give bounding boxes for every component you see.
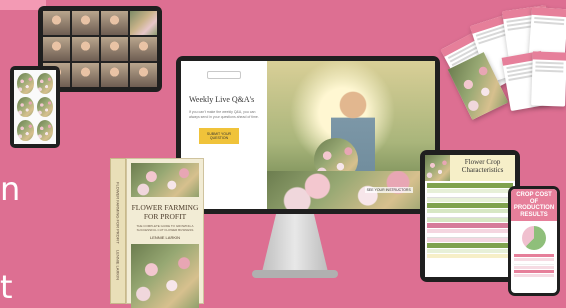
cover-author: LENNIE LARKIN [149, 235, 180, 240]
video-call-grid [43, 11, 157, 87]
book-spine: FLOWER FARMING FOR PROFIT LENNIE LARKIN [110, 158, 126, 304]
hero-photo: SEE YOUR INSTRUCTORS [267, 61, 435, 209]
cover-photo-bottom [131, 244, 199, 308]
cut-off-text-1: n [0, 170, 21, 208]
book-cover: FLOWER FARMING FOR PROFIT THE COMPLETE G… [126, 158, 204, 308]
flower-catalog-tablet [10, 66, 60, 148]
tablet-device: Flower Crop Characteristics [420, 150, 520, 282]
tablet-header-photo [425, 155, 451, 181]
monitor-stand [262, 212, 328, 272]
cover-title-2: FOR PROFIT [143, 212, 187, 221]
cover-title-1: FLOWER FARMING [131, 203, 199, 212]
cover-subtitle: THE COMPLETE GUIDE TO GROWING A SUCCESSF… [136, 224, 194, 232]
worksheet-7 [531, 51, 566, 107]
tablet-title-1: Flower Crop [464, 158, 501, 166]
phone-title-4: RESULTS [520, 211, 548, 218]
qa-body: If you can't make the weekly Q&A, you ca… [189, 110, 259, 119]
desktop-monitor: Weekly Live Q&A's If you can't make the … [176, 56, 440, 214]
phone-header: CROP COST OF PRODUCTION RESULTS [511, 189, 557, 221]
tablet-title-2: Characteristics [461, 166, 504, 174]
spine-author: LENNIE LARKIN [115, 250, 121, 281]
phone-title-1: CROP COST [516, 192, 552, 198]
qa-title: Weekly Live Q&A's [189, 95, 255, 104]
cost-table [511, 254, 557, 277]
characteristics-table [425, 181, 515, 265]
cut-off-text-2: t [0, 268, 13, 306]
phone-device: CROP COST OF PRODUCTION RESULTS [508, 186, 560, 296]
tablet-header: Flower Crop Characteristics [425, 155, 515, 181]
book: FLOWER FARMING FOR PROFIT LENNIE LARKIN … [110, 158, 204, 308]
instructors-caption: SEE YOUR INSTRUCTORS [364, 187, 413, 193]
submit-question-button[interactable]: SUBMIT YOUR QUESTION [199, 128, 239, 144]
brand-logo [207, 71, 242, 79]
spine-title: FLOWER FARMING FOR PROFIT [115, 181, 121, 244]
monitor-base-shadow [252, 270, 338, 278]
phone-title-3: PRODUCTION [513, 205, 555, 211]
cost-pie-chart [522, 226, 546, 250]
cover-photo-top [131, 163, 199, 197]
